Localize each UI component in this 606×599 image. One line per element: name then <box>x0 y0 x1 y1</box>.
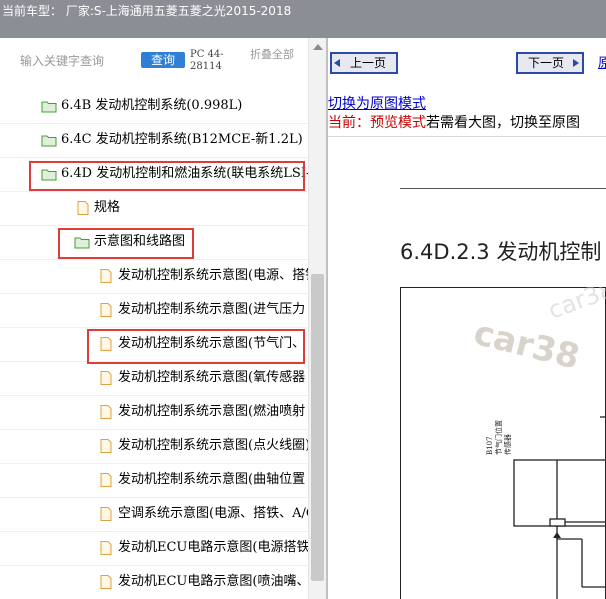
document-icon <box>100 575 112 589</box>
current-vehicle-text: 当前车型： 厂家:S-上海通用五菱五菱之光2015-2018 <box>2 4 292 18</box>
tree-item-diagram-intake[interactable]: 发动机控制系统示意图(进气压力 <box>0 294 308 328</box>
document-icon <box>100 371 112 385</box>
diagram-label: 传感器 <box>503 434 512 455</box>
document-icon <box>100 541 112 555</box>
tree-item-diagram-ignition[interactable]: 发动机控制系统示意图(点火线圈) <box>0 430 308 464</box>
tree-item-6-4c[interactable]: 6.4C 发动机控制系统(B12MCE-新1.2L) <box>0 124 308 158</box>
watermark-text: 畅 <box>586 287 606 291</box>
tree-item-label: 发动机ECU电路示意图(喷油嘴、 <box>118 574 308 589</box>
separator <box>328 136 606 137</box>
document-icon <box>100 337 112 351</box>
tree-item-label: 发动机控制系统示意图(燃油喷射 <box>118 404 306 419</box>
tree-item-ecu-power[interactable]: 发动机ECU电路示意图(电源搭铁) <box>0 532 308 566</box>
tree-item-label: 空调系统示意图(电源、搭铁、A/C <box>118 506 308 521</box>
tree-item-diagram-injection[interactable]: 发动机控制系统示意图(燃油喷射 <box>0 396 308 430</box>
wiper-arrow-icon <box>553 532 561 538</box>
arrow-right-icon <box>573 59 579 67</box>
section-title: 6.4D.2.3 发动机控制 <box>400 240 602 264</box>
tree-item-diagrams[interactable]: 示意图和线路图 <box>0 226 308 260</box>
tree-item-diagram-ac[interactable]: 空调系统示意图(电源、搭铁、A/C <box>0 498 308 532</box>
next-page-button[interactable]: 下一页 <box>516 52 584 74</box>
tree-item-ecu-injector[interactable]: 发动机ECU电路示意图(喷油嘴、 <box>0 566 308 599</box>
left-panel: 输入关键字查询 查询 PC 44-28114 折叠全部 6.4B 发动机控制系统… <box>0 38 326 599</box>
sensor-box <box>513 459 606 527</box>
document-icon <box>100 507 112 521</box>
folder-open-icon <box>41 101 57 113</box>
document-icon <box>100 269 112 283</box>
collapse-all-button[interactable]: 折叠全部 <box>250 49 300 61</box>
tree-item-diagram-o2[interactable]: 发动机控制系统示意图(氧传感器 <box>0 362 308 396</box>
document-icon <box>100 405 112 419</box>
pc-code-label: PC 44-28114 <box>190 49 224 72</box>
watermark-text: car38 <box>470 313 584 378</box>
prev-page-label: 上一页 <box>350 56 387 70</box>
mode-notice: 当前：预览模式若需看大图，切换至原图 <box>328 112 580 132</box>
tree-item-label: 规格 <box>94 200 121 215</box>
switch-to-original-link[interactable]: 切换为原图模式 <box>328 93 426 113</box>
tree-item-label: 发动机控制系统示意图(点火线圈) <box>118 438 308 453</box>
folder-open-icon <box>41 135 57 147</box>
tree-scrollbar[interactable] <box>308 38 326 599</box>
tree-item-label: 发动机控制系统示意图(节气门、 <box>118 336 306 351</box>
prev-page-button[interactable]: 上一页 <box>330 52 398 74</box>
tree-item-label: 发动机控制系统示意图(进气压力 <box>118 302 306 317</box>
document-icon <box>100 473 112 487</box>
wiring-diagram: car38 car38 畅 B107 节气门位置 传感器 <box>400 287 606 599</box>
tree-item-label: 6.4C 发动机控制系统(B12MCE-新1.2L) <box>61 132 303 147</box>
search-input[interactable]: 输入关键字查询 <box>20 52 104 69</box>
original-image-link[interactable]: 原 <box>598 52 606 71</box>
section-rule <box>400 188 606 189</box>
mode-current-label: 当前：预览模式 <box>328 115 426 131</box>
page-nav-bar: 上一页 下一页 原 <box>328 38 606 84</box>
document-icon <box>77 201 89 215</box>
search-bar: 输入关键字查询 查询 PC 44-28114 折叠全部 <box>0 38 326 82</box>
tree-item-diagram-power[interactable]: 发动机控制系统示意图(电源、搭铁 <box>0 260 308 294</box>
mode-hint-text: 若需看大图，切换至原图 <box>426 115 580 131</box>
tree-item-diagram-crank[interactable]: 发动机控制系统示意图(曲轴位置 <box>0 464 308 498</box>
resistor-symbol <box>549 518 566 527</box>
tree-item-diagram-throttle[interactable]: 发动机控制系统示意图(节气门、 <box>0 328 308 362</box>
diagram-label: 节气门位置 <box>494 420 503 455</box>
tree-item-specs[interactable]: 规格 <box>0 192 308 226</box>
tree-item-label: 示意图和线路图 <box>94 234 186 249</box>
tree-item-6-4b[interactable]: 6.4B 发动机控制系统(0.998L) <box>0 90 308 124</box>
next-page-label: 下一页 <box>528 56 565 70</box>
tree-item-label: 6.4D 发动机控制和燃油系统(联电系统LSI-1 <box>61 166 308 181</box>
scroll-thumb[interactable] <box>311 274 324 581</box>
title-bar: 当前车型： 厂家:S-上海通用五菱五菱之光2015-2018 <box>0 0 606 38</box>
tree-item-label: 发动机ECU电路示意图(电源搭铁) <box>118 540 308 555</box>
document-icon <box>100 439 112 453</box>
content-panel: 上一页 下一页 原 切换为原图模式 当前：预览模式若需看大图，切换至原图 6.4… <box>328 38 606 599</box>
tree-item-label: 发动机控制系统示意图(曲轴位置 <box>118 472 306 487</box>
tree-item-6-4d[interactable]: 6.4D 发动机控制和燃油系统(联电系统LSI-1 <box>0 158 308 192</box>
scroll-up-arrow-icon[interactable] <box>313 44 323 50</box>
arrow-left-icon <box>334 59 340 67</box>
folder-open-icon <box>41 169 57 181</box>
query-button[interactable]: 查询 <box>141 52 185 68</box>
tree-item-label: 发动机控制系统示意图(氧传感器 <box>118 370 306 385</box>
tree-item-label: 6.4B 发动机控制系统(0.998L) <box>61 98 243 113</box>
diagram-label: B107 <box>486 436 494 455</box>
watermark-text: car38 <box>544 287 606 325</box>
folder-open-icon <box>74 237 90 249</box>
tree-item-label: 发动机控制系统示意图(电源、搭铁 <box>118 268 308 283</box>
document-icon <box>100 303 112 317</box>
